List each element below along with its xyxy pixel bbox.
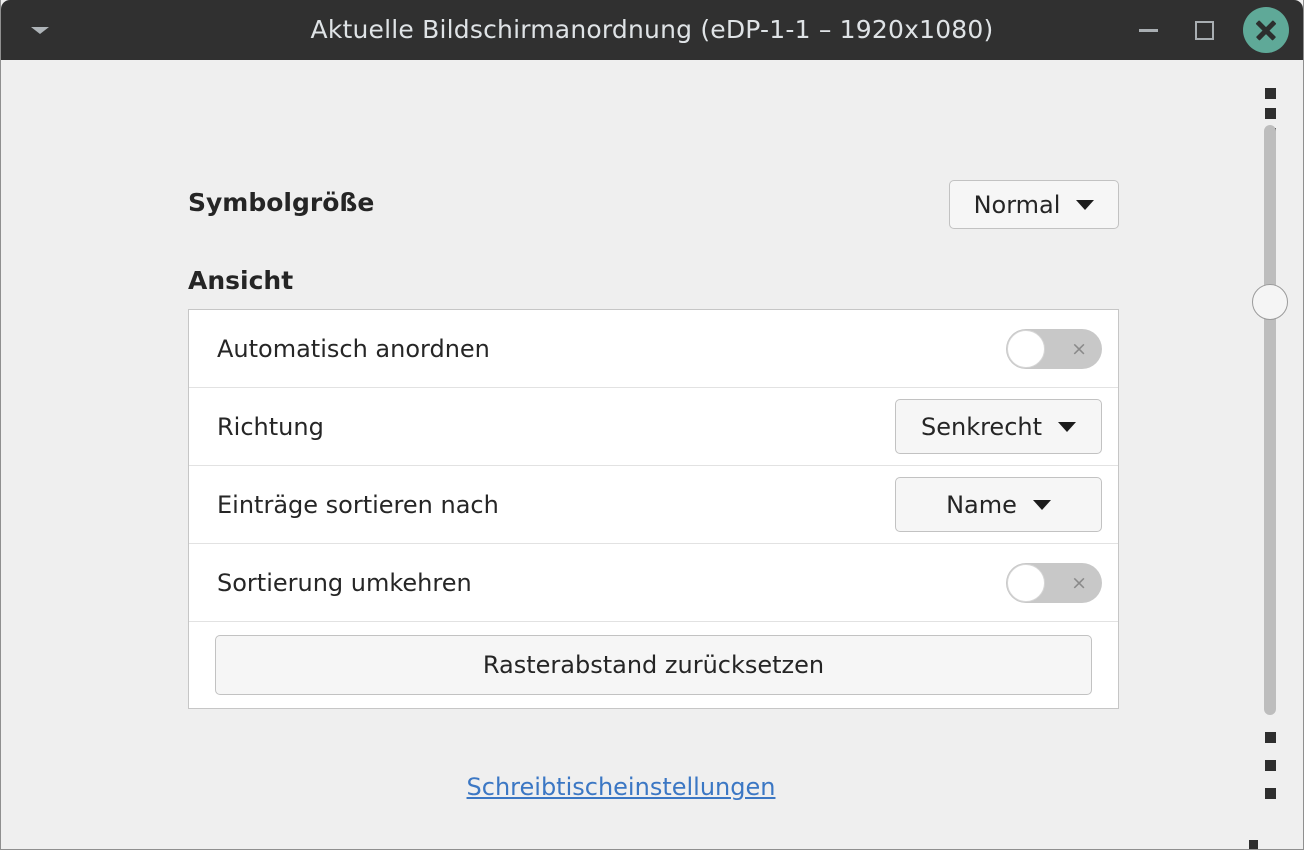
settings-content: Symbolgröße Normal Ansicht Automatisch a… (1, 60, 1241, 849)
row-reverse-sort: Sortierung umkehren × (189, 544, 1118, 622)
overflow-dot (1265, 760, 1276, 771)
chevron-down-icon (1058, 421, 1077, 432)
chevron-down-icon (1076, 199, 1095, 210)
overflow-dot (1265, 732, 1276, 743)
window-controls (1131, 0, 1293, 60)
overflow-dot (1265, 108, 1276, 119)
row-label-reverse-sort: Sortierung umkehren (217, 568, 472, 597)
toggle-off-mark: × (1071, 571, 1087, 594)
icon-size-label: Symbolgröße (188, 188, 375, 217)
toggle-off-mark: × (1071, 337, 1087, 360)
icon-size-dropdown[interactable]: Normal (949, 180, 1119, 229)
direction-dropdown[interactable]: Senkrecht (895, 399, 1102, 454)
window-menu-button[interactable] (19, 0, 61, 60)
view-settings-card: Automatisch anordnen × Richtung Senkrech… (188, 309, 1119, 709)
direction-value: Senkrecht (920, 412, 1043, 441)
reset-grid-spacing-button[interactable]: Rasterabstand zurücksetzen (215, 635, 1092, 695)
vertical-slider[interactable] (1252, 125, 1288, 715)
toggle-knob (1007, 563, 1045, 602)
vertical-slider-track[interactable] (1264, 125, 1276, 715)
minimize-button[interactable] (1131, 13, 1165, 47)
chevron-down-icon (1032, 499, 1051, 510)
settings-window: Aktuelle Bildschirmanordnung (eDP-1-1 – … (0, 0, 1304, 850)
row-label-direction: Richtung (217, 412, 324, 441)
overflow-dot (1265, 88, 1276, 99)
desktop-settings-link[interactable]: Schreibtischeinstellungen (1, 773, 1241, 801)
maximize-button[interactable] (1187, 13, 1221, 47)
right-decoration-strip (1239, 60, 1303, 849)
row-reset-grid-spacing: Rasterabstand zurücksetzen (189, 622, 1118, 708)
toggle-reverse-sort[interactable]: × (1006, 562, 1102, 603)
row-label-auto-arrange: Automatisch anordnen (217, 334, 490, 363)
title-bar: Aktuelle Bildschirmanordnung (eDP-1-1 – … (1, 0, 1303, 60)
grip-mark (1249, 840, 1258, 849)
vertical-slider-thumb[interactable] (1252, 284, 1288, 320)
toggle-knob (1007, 329, 1045, 368)
window-title: Aktuelle Bildschirmanordnung (eDP-1-1 – … (310, 15, 994, 44)
overflow-dot (1265, 788, 1276, 799)
toggle-auto-arrange[interactable]: × (1006, 328, 1102, 369)
window-body: Symbolgröße Normal Ansicht Automatisch a… (1, 60, 1303, 849)
row-auto-arrange: Automatisch anordnen × (189, 310, 1118, 388)
row-label-sort-by: Einträge sortieren nach (217, 490, 499, 519)
row-direction: Richtung Senkrecht (189, 388, 1118, 466)
view-section-heading: Ansicht (188, 266, 294, 295)
sort-by-dropdown[interactable]: Name (895, 477, 1102, 532)
minimize-icon (1138, 28, 1158, 32)
icon-size-value: Normal (973, 190, 1061, 219)
close-button[interactable] (1243, 7, 1289, 53)
maximize-icon (1194, 20, 1214, 40)
chevron-down-icon (31, 26, 49, 34)
sort-by-value: Name (946, 490, 1017, 519)
close-icon (1254, 18, 1278, 42)
row-sort-by: Einträge sortieren nach Name (189, 466, 1118, 544)
